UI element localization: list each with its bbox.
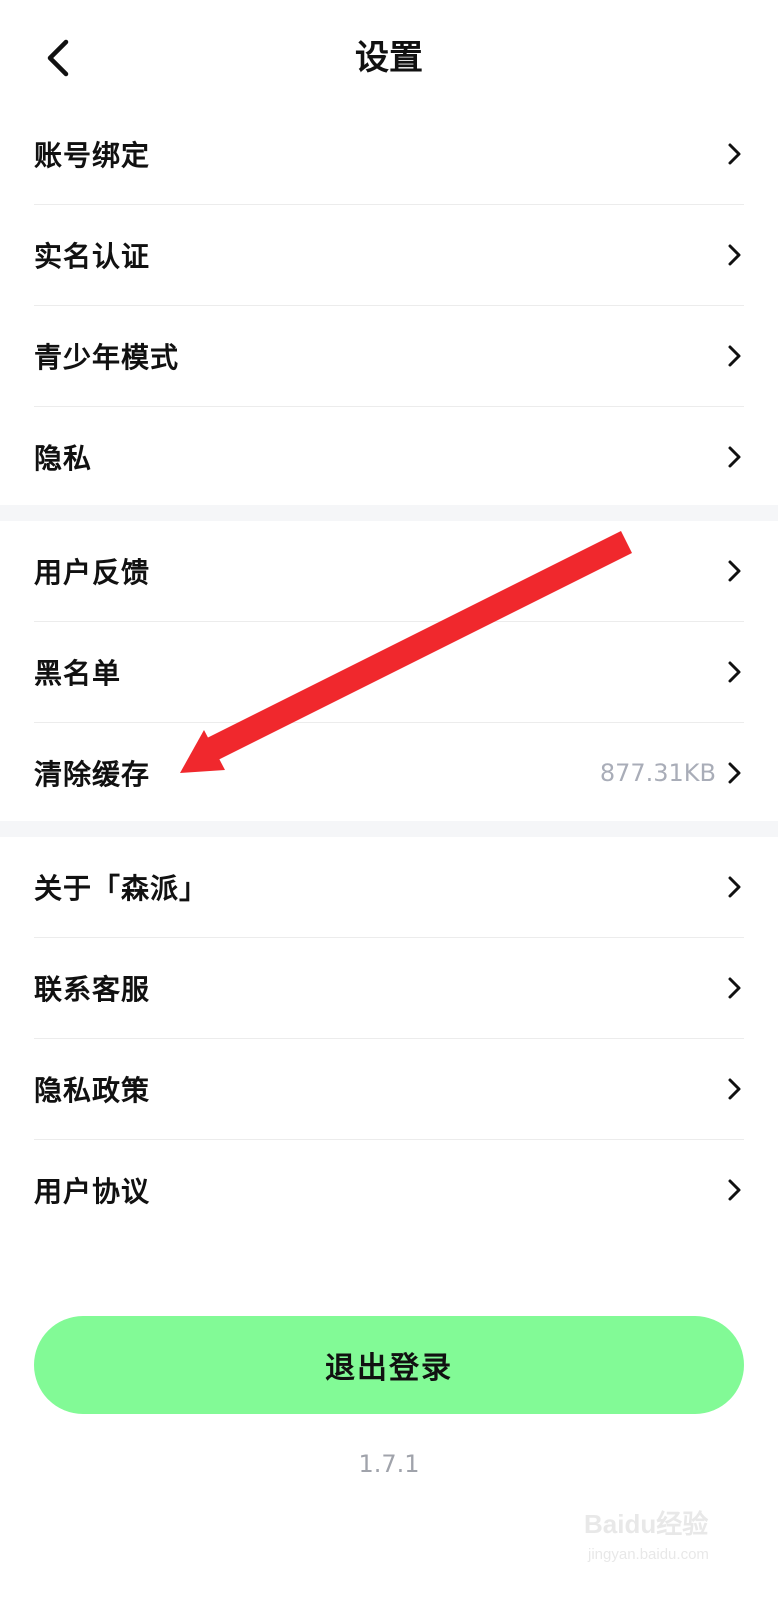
row-about[interactable]: 关于「森派」 [34, 837, 744, 938]
chevron-right-icon [728, 762, 741, 784]
chevron-right-icon [728, 244, 741, 266]
chevron-right-icon [728, 977, 741, 999]
chevron-right-icon [728, 661, 741, 683]
row-label: 联系客服 [34, 973, 151, 1006]
logout-button[interactable]: 退出登录 [34, 1316, 744, 1414]
row-privacy[interactable]: 隐私 [34, 407, 744, 507]
cache-size-value: 877.31KB [599, 759, 716, 787]
row-user-feedback[interactable]: 用户反馈 [34, 521, 744, 622]
row-youth-mode[interactable]: 青少年模式 [34, 306, 744, 407]
row-label: 青少年模式 [34, 341, 180, 374]
chevron-right-icon [728, 345, 741, 367]
chevron-right-icon [728, 143, 741, 165]
row-label: 关于「森派」 [34, 872, 209, 905]
chevron-right-icon [728, 446, 741, 468]
app-version: 1.7.1 [358, 1450, 420, 1478]
row-real-name-verification[interactable]: 实名认证 [34, 205, 744, 306]
row-label: 黑名单 [34, 657, 122, 690]
row-label: 用户反馈 [34, 556, 151, 589]
row-label: 实名认证 [34, 240, 151, 273]
watermark-url: jingyan.baidu.com [588, 1546, 709, 1563]
chevron-right-icon [728, 1179, 741, 1201]
row-account-binding[interactable]: 账号绑定 [34, 104, 744, 205]
chevron-right-icon [728, 876, 741, 898]
chevron-right-icon [728, 560, 741, 582]
row-privacy-policy[interactable]: 隐私政策 [34, 1039, 744, 1140]
row-label: 隐私 [34, 442, 93, 475]
row-contact-support[interactable]: 联系客服 [34, 938, 744, 1039]
row-label: 隐私政策 [34, 1074, 151, 1107]
chevron-right-icon [728, 1078, 741, 1100]
section-separator [0, 505, 778, 521]
row-clear-cache[interactable]: 清除缓存 877.31KB [34, 723, 744, 823]
row-label: 账号绑定 [34, 139, 151, 172]
header: 设置 [0, 0, 778, 118]
watermark-brand: Baidu经验 [584, 1509, 709, 1539]
row-label: 用户协议 [34, 1175, 151, 1208]
settings-group-account: 账号绑定 实名认证 青少年模式 隐私 [0, 104, 778, 507]
page-title: 设置 [355, 38, 423, 78]
row-label: 清除缓存 [34, 758, 151, 791]
settings-group-about: 关于「森派」 联系客服 隐私政策 用户协议 [0, 837, 778, 1240]
row-user-agreement[interactable]: 用户协议 [34, 1140, 744, 1240]
section-separator [0, 821, 778, 837]
baidu-watermark: Baidu经验 jingyan.baidu.com [584, 1490, 734, 1580]
settings-group-support: 用户反馈 黑名单 清除缓存 877.31KB [0, 521, 778, 823]
row-blacklist[interactable]: 黑名单 [34, 622, 744, 723]
